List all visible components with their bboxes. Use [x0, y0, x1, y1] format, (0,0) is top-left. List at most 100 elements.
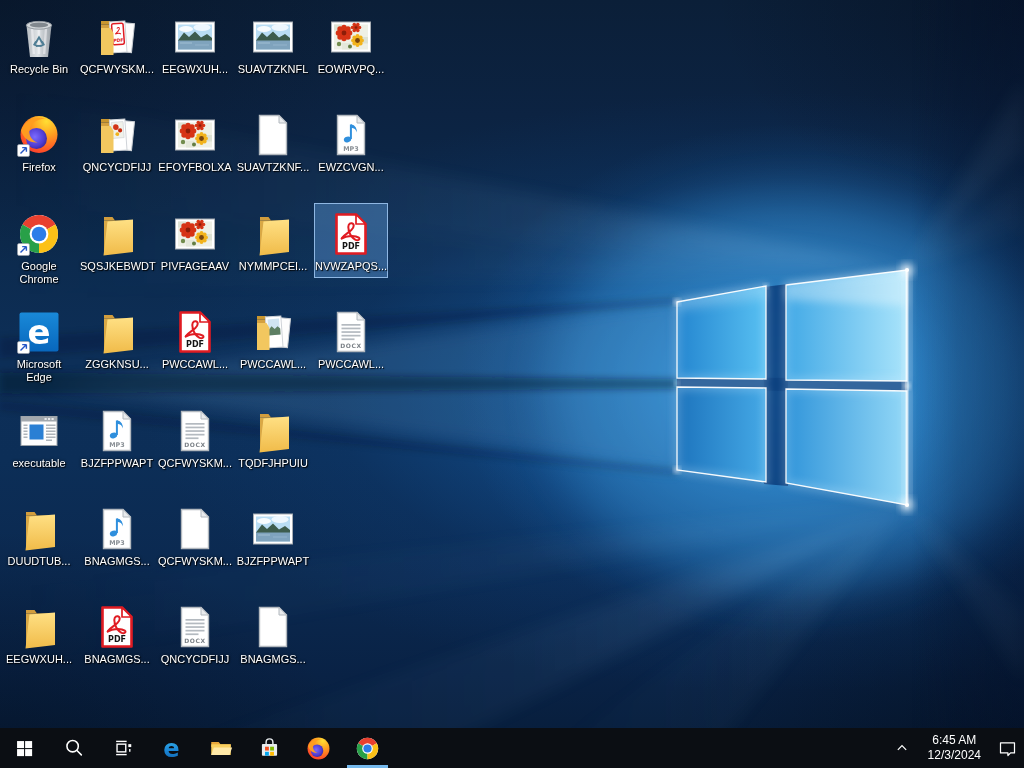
desktop-icon-suavtzknfl[interactable]: SUAVTZKNFL [236, 6, 310, 81]
desktop-icon-label: NYMMPCEI... [239, 260, 307, 273]
desktop-icon-label: BNAGMGS... [84, 653, 149, 666]
taskbar-start-button[interactable] [0, 728, 49, 768]
desktop-icon-pwccawl[interactable]: PWCCAWL... [236, 301, 310, 376]
desktop-icon-qcfwyskm[interactable]: DOCX QCFWYSKM... [158, 400, 232, 475]
taskbar-search-button[interactable] [49, 728, 98, 768]
desktop-icon-pivfageaav[interactable]: PIVFAGEAAV [158, 203, 232, 278]
taskbar-edge-button[interactable]: e [147, 728, 196, 768]
folder-icon [93, 210, 141, 258]
folder-image-landscape-icon [249, 308, 297, 356]
svg-text:PDF: PDF [113, 37, 124, 43]
docx-icon: DOCX [327, 308, 375, 356]
svg-text:DOCX: DOCX [340, 342, 362, 349]
svg-text:e: e [27, 312, 50, 352]
mp3-icon: MP3 [93, 505, 141, 553]
desktop-icon-nvwzapqs[interactable]: PDFNVWZAPQS... [314, 203, 388, 278]
desktop-icon-tqdfjhpuiu[interactable]: TQDFJHPUIU [236, 400, 310, 475]
image-flowers-icon [327, 13, 375, 61]
folder-icon [15, 505, 63, 553]
firefox-icon [15, 111, 63, 159]
desktop-icon-google-chrome[interactable]: Google Chrome [2, 203, 76, 291]
taskbar: e 6:45 AM 12/3/2024 [0, 728, 1024, 768]
svg-text:PDF: PDF [342, 242, 360, 251]
taskbar-firefox-button[interactable] [294, 728, 343, 768]
taskbar-file-explorer-button[interactable] [196, 728, 245, 768]
desktop-icon-bnagmgs[interactable]: MP3BNAGMGS... [80, 498, 154, 573]
desktop-icon-ewzcvgn[interactable]: MP3EWZCVGN... [314, 104, 388, 179]
recycle-bin-icon [15, 13, 63, 61]
pdf-icon: PDF [171, 308, 219, 356]
file-explorer-icon [208, 735, 234, 761]
svg-text:MP3: MP3 [343, 145, 359, 153]
desktop-icon-bjzfppwapt[interactable]: BJZFPPWAPT [236, 498, 310, 573]
mp3-icon: MP3 [93, 407, 141, 455]
taskbar-task-view-button[interactable] [98, 728, 147, 768]
desktop-icon-label: EFOYFBOLXA [158, 161, 231, 174]
desktop-icon-label: Google Chrome [3, 260, 75, 286]
desktop-icon-eegwxuh[interactable]: EEGWXUH... [2, 596, 76, 671]
taskbar-chrome-button[interactable] [343, 728, 392, 768]
desktop-icon-bnagmgs[interactable]: BNAGMGS... [236, 596, 310, 671]
docx-icon: DOCX [171, 603, 219, 651]
desktop-icon-recycle-bin[interactable]: Recycle Bin [2, 6, 76, 81]
image-flowers-icon [171, 111, 219, 159]
desktop-icon-label: EEGWXUH... [162, 63, 228, 76]
desktop-icon-qcfwyskm[interactable]: PDFQCFWYSKM... [80, 6, 154, 81]
pdf-icon: PDF [327, 210, 375, 258]
desktop-icon-qcfwyskm[interactable]: QCFWYSKM... [158, 498, 232, 573]
desktop-icon-label: ZGGKNSU... [85, 358, 149, 371]
desktop-icon-label: BJZFPPWAPT [237, 555, 309, 568]
desktop-icon-duudtub[interactable]: DUUDTUB... [2, 498, 76, 573]
doc-blank-icon [171, 505, 219, 553]
desktop-icon-pwccawl[interactable]: PDF PWCCAWL... [158, 301, 232, 376]
desktop-icon-qncycdfijj[interactable]: QNCYCDFIJJ [80, 104, 154, 179]
doc-blank-icon [249, 603, 297, 651]
desktop-icon-bnagmgs[interactable]: PDF BNAGMGS... [80, 596, 154, 671]
search-icon [63, 737, 85, 759]
desktop-icon-executable[interactable]: executable [2, 400, 76, 475]
desktop-icon-label: EEGWXUH... [6, 653, 72, 666]
executable-icon [15, 407, 63, 455]
clock-date: 12/3/2024 [928, 748, 981, 763]
desktop-icon-microsoft-edge[interactable]: e Microsoft Edge [2, 301, 76, 389]
pdf-icon: PDF [93, 603, 141, 651]
desktop-icon-sqsjkebwdt[interactable]: SQSJKEBWDT [80, 203, 154, 278]
task-view-icon [112, 737, 134, 759]
docx-icon: DOCX [171, 407, 219, 455]
desktop-icon-suavtzknf[interactable]: SUAVTZKNF... [236, 104, 310, 179]
desktop-icon-label: QCFWYSKM... [158, 555, 232, 568]
folder-icon [93, 308, 141, 356]
desktop-icon-label: PWCCAWL... [162, 358, 228, 371]
taskbar-store-button[interactable] [245, 728, 294, 768]
desktop-icon-label: QNCYCDFIJJ [83, 161, 151, 174]
desktop-icon-zggknsu[interactable]: ZGGKNSU... [80, 301, 154, 376]
desktop-icon-firefox[interactable]: Firefox [2, 104, 76, 179]
folder-image-flowers-icon [93, 111, 141, 159]
svg-text:MP3: MP3 [109, 539, 125, 547]
desktop-icon-bjzfppwapt[interactable]: MP3BJZFPPWAPT [80, 400, 154, 475]
image-landscape-icon [249, 13, 297, 61]
desktop-icon-eegwxuh[interactable]: EEGWXUH... [158, 6, 232, 81]
image-flowers-icon [171, 210, 219, 258]
doc-blank-icon [249, 111, 297, 159]
image-landscape-icon [171, 13, 219, 61]
taskbar-clock[interactable]: 6:45 AM 12/3/2024 [919, 733, 990, 763]
desktop-icon-label: QCFWYSKM... [158, 457, 232, 470]
desktop-icon-qncycdfijj[interactable]: DOCX QNCYCDFIJJ [158, 596, 232, 671]
desktop-icon-label: QNCYCDFIJJ [161, 653, 229, 666]
desktop-icon-label: PWCCAWL... [240, 358, 306, 371]
desktop-icon-label: PWCCAWL... [318, 358, 384, 371]
system-tray: 6:45 AM 12/3/2024 [885, 728, 1024, 768]
firefox-icon [305, 735, 332, 762]
clock-time: 6:45 AM [928, 733, 981, 748]
action-center-button[interactable] [990, 728, 1024, 768]
desktop-icon-efoyfbolxa[interactable]: EFOYFBOLXA [158, 104, 232, 179]
desktop-icon-label: Microsoft Edge [3, 358, 75, 384]
desktop-icon-nymmpcei[interactable]: NYMMPCEI... [236, 203, 310, 278]
desktop-icon-eowrvpq[interactable]: EOWRVPQ... [314, 6, 388, 81]
tray-chevron-button[interactable] [885, 728, 919, 768]
desktop-icons: Recycle BinPDFQCFWYSKM...EEGWXUH...SUAVT… [0, 0, 1024, 728]
desktop-icon-pwccawl[interactable]: DOCX PWCCAWL... [314, 301, 388, 376]
folder-icon [249, 407, 297, 455]
desktop-icon-label: SUAVTZKNF... [237, 161, 310, 174]
